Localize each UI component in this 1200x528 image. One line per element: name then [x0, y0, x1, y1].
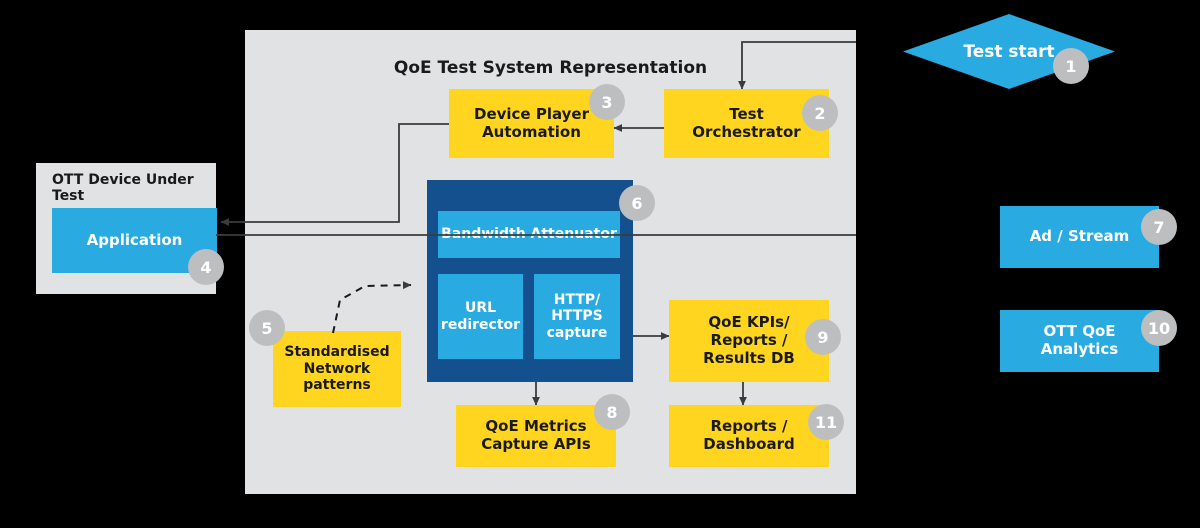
badge-device-player-automation: 3: [589, 84, 625, 120]
node-qoe-metrics-capture-apis[interactable]: QoE Metrics Capture APIs: [456, 405, 616, 467]
node-test-orchestrator[interactable]: Test Orchestrator: [664, 89, 829, 158]
badge-test-start: 1: [1053, 48, 1089, 84]
node-reports-dashboard[interactable]: Reports / Dashboard: [669, 405, 829, 467]
node-url-redirector[interactable]: URL redirector: [438, 274, 523, 359]
node-ad-stream[interactable]: Ad / Stream: [1000, 206, 1159, 268]
node-standardised-network-patterns[interactable]: Standardised Network patterns: [273, 331, 401, 407]
diagram-canvas: QoE Test System Representation OTT Devic…: [0, 0, 1200, 528]
test-start-label: Test start: [963, 41, 1055, 62]
node-bandwidth-attenuator[interactable]: Bandwidth Attenuator: [438, 211, 620, 258]
badge-qoe-metrics-capture-apis: 8: [594, 394, 630, 430]
badge-ott-qoe-analytics: 10: [1141, 310, 1177, 346]
badge-reports-dashboard: 11: [808, 404, 844, 440]
badge-proxy-container: 6: [619, 185, 655, 221]
node-http-https-capture[interactable]: HTTP/ HTTPS capture: [534, 274, 620, 359]
badge-application: 4: [188, 249, 224, 285]
badge-qoe-kpis-reports-results-db: 9: [805, 319, 841, 355]
ott-device-panel-title: OTT Device Under Test: [52, 172, 194, 204]
badge-ad-stream: 7: [1141, 209, 1177, 245]
badge-test-orchestrator: 2: [802, 95, 838, 131]
node-ott-qoe-analytics[interactable]: OTT QoE Analytics: [1000, 310, 1159, 372]
main-panel-title: QoE Test System Representation: [393, 58, 708, 78]
badge-standardised-network-patterns: 5: [249, 310, 285, 346]
